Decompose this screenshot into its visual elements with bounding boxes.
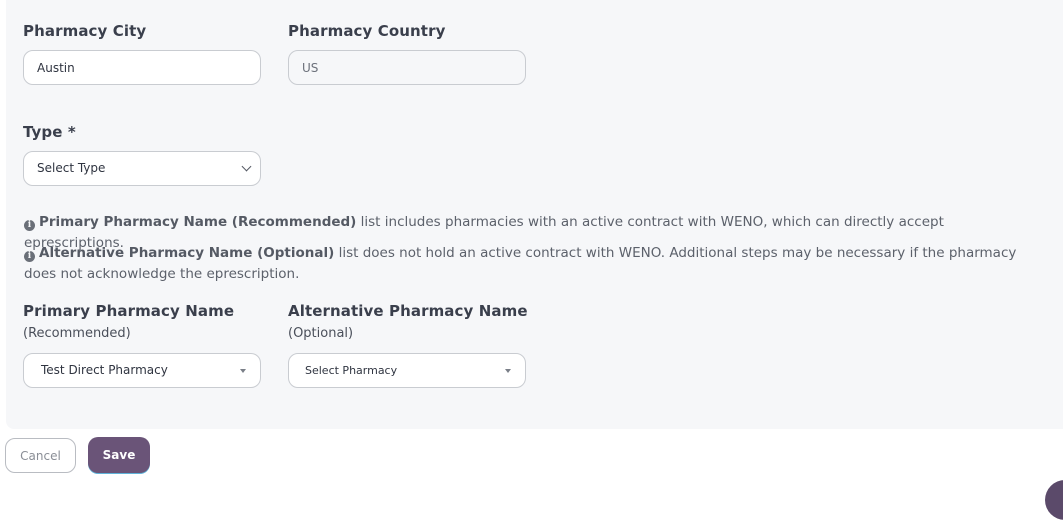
alternative-pharmacy-value: Select Pharmacy [305,364,398,377]
caret-down-icon [505,369,511,373]
type-label: Type * [23,123,76,141]
alternative-pharmacy-label: Alternative Pharmacy Name [288,302,528,320]
primary-pharmacy-value: Test Direct Pharmacy [41,363,168,377]
primary-pharmacy-sublabel: (Recommended) [23,326,131,341]
alternative-info-bold: Alternative Pharmacy Name (Optional) [39,245,335,261]
pharmacy-city-label: Pharmacy City [23,22,147,40]
primary-pharmacy-label: Primary Pharmacy Name [23,302,235,320]
primary-info-bold: Primary Pharmacy Name (Recommended) [39,214,357,230]
info-circle-icon: i [24,220,35,231]
primary-pharmacy-select[interactable]: Test Direct Pharmacy [23,353,261,388]
pharmacy-city-input[interactable] [23,50,261,85]
type-select[interactable]: Select Type [23,151,261,186]
type-select-value: Select Type [37,161,106,175]
floating-action-button[interactable] [1045,480,1063,520]
alternative-pharmacy-sublabel: (Optional) [288,326,354,341]
pharmacy-country-input[interactable] [288,50,526,85]
caret-down-icon [240,369,246,373]
save-button[interactable]: Save [88,437,150,473]
chevron-down-icon [241,161,252,172]
alternative-pharmacy-info: i Alternative Pharmacy Name (Optional) li… [24,243,1034,285]
cancel-button[interactable]: Cancel [5,438,76,473]
info-circle-icon: i [24,251,35,262]
pharmacy-country-label: Pharmacy Country [288,22,446,40]
alternative-pharmacy-select[interactable]: Select Pharmacy [288,353,526,388]
